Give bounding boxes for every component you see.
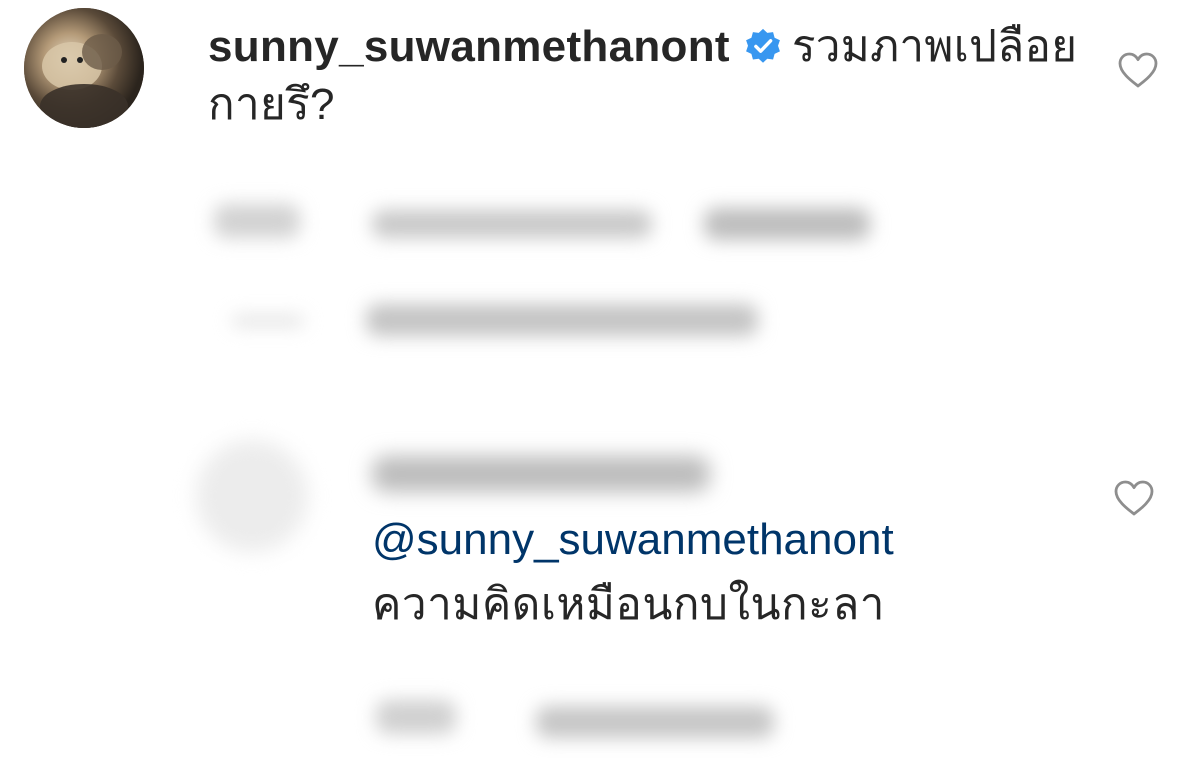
username-blurred (372, 456, 710, 492)
verified-badge-icon (744, 27, 782, 65)
comment-body: sunny_suwanmethanont รวมภาพเปลือยกายรึ? (208, 18, 1088, 134)
mention-link[interactable]: @sunny_suwanmethanont (372, 512, 894, 568)
like-heart-icon[interactable] (1116, 50, 1160, 90)
avatar-blurred[interactable] (196, 440, 308, 552)
comment-text: ความคิดเหมือนกบในกะลา (372, 580, 885, 629)
like-heart-icon[interactable] (1112, 478, 1156, 518)
avatar-photo (24, 8, 144, 128)
comment-username[interactable]: sunny_suwanmethanont (208, 22, 730, 71)
avatar[interactable] (24, 8, 144, 128)
